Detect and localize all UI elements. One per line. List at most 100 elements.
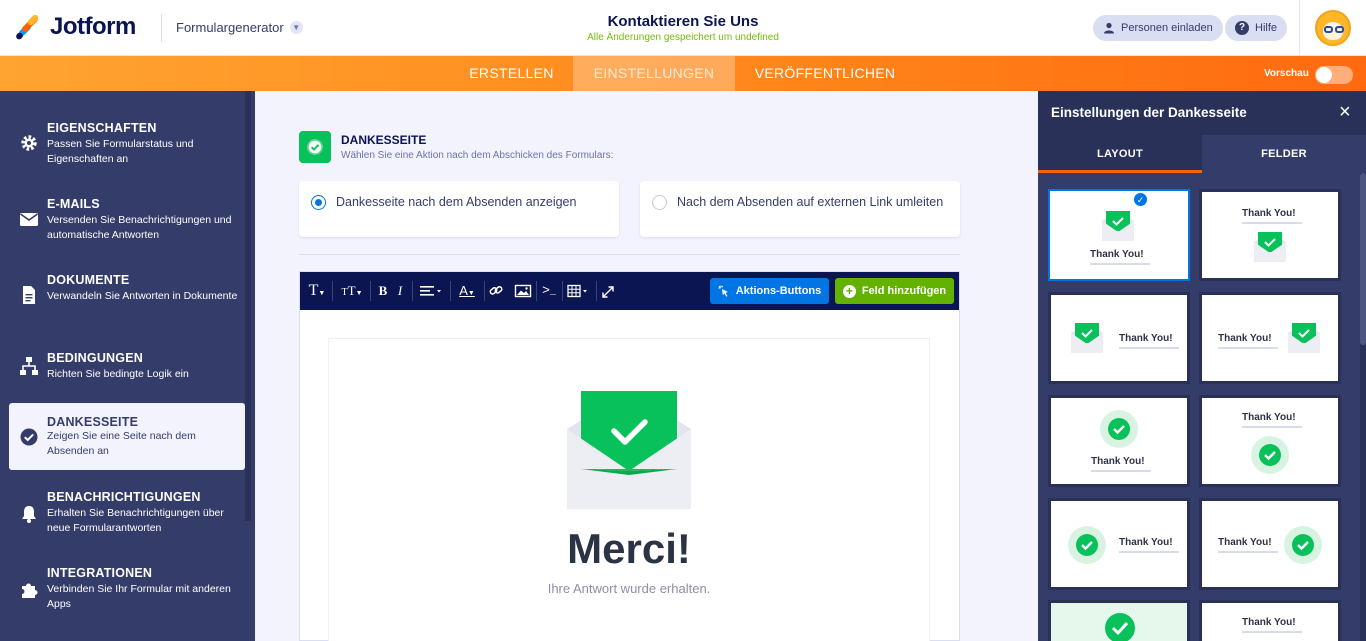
plus-icon: + bbox=[842, 284, 856, 298]
table-icon[interactable] bbox=[566, 282, 592, 300]
sidebar-item-emails[interactable]: E-MAILS Versenden Sie Benachrichtigungen… bbox=[9, 197, 245, 241]
template-thumbnail[interactable]: Thank You! bbox=[1199, 189, 1341, 281]
thankyou-canvas[interactable]: Merci! Ihre Antwort wurde erhalten. bbox=[328, 338, 930, 641]
toolbar-separator bbox=[536, 281, 537, 301]
template-subtext bbox=[1242, 426, 1302, 428]
template-thumbnail[interactable]: Thank You! bbox=[1048, 189, 1190, 281]
jotform-logo[interactable]: Jotform bbox=[14, 13, 136, 41]
sidebar-item-integrations[interactable]: INTEGRATIONEN Verbinden Sie Ihr Formular… bbox=[9, 566, 245, 610]
code-icon[interactable]: >_ bbox=[540, 282, 558, 300]
avatar[interactable] bbox=[1315, 10, 1351, 46]
image-icon[interactable] bbox=[514, 282, 532, 300]
save-status: Alle Änderungen gespeichert um undefined bbox=[587, 32, 779, 43]
template-subtext bbox=[1119, 551, 1179, 553]
template-heading: Thank You! bbox=[1090, 249, 1144, 260]
top-bar: Jotform Formulargenerator ▼ Kontaktieren… bbox=[0, 0, 1366, 56]
check-circle-icon bbox=[1100, 410, 1138, 448]
thankyou-message[interactable]: Ihre Antwort wurde erhalten. bbox=[329, 581, 929, 596]
bell-icon bbox=[22, 506, 36, 523]
sidebar-scrollbar[interactable] bbox=[245, 91, 251, 521]
tab-fields[interactable]: FELDER bbox=[1202, 135, 1366, 173]
gear-icon bbox=[21, 135, 37, 151]
puzzle-icon bbox=[22, 583, 38, 598]
add-field-button[interactable]: + Feld hinzufügen bbox=[835, 278, 954, 304]
option-label: Nach dem Absenden auf externen Link umle… bbox=[677, 195, 944, 209]
tab-publish[interactable]: VERÖFFENTLICHEN bbox=[735, 56, 915, 91]
invite-people-button[interactable]: Personen einladen bbox=[1093, 15, 1223, 41]
toolbar-separator bbox=[596, 281, 597, 301]
section-subtitle: Wählen Sie eine Aktion nach dem Abschick… bbox=[341, 150, 614, 161]
sidebar-item-conditions[interactable]: BEDINGUNGEN Richten Sie bedingte Logik e… bbox=[9, 351, 245, 381]
font-family-icon[interactable]: T▼ bbox=[306, 282, 328, 300]
template-subtext bbox=[1218, 551, 1278, 553]
panel-header: Einstellungen der Dankesseite × bbox=[1038, 91, 1366, 135]
preview-label: Vorschau bbox=[1264, 68, 1309, 79]
envelope-check-icon bbox=[567, 391, 691, 509]
panel-title: Einstellungen der Dankesseite bbox=[1051, 105, 1247, 120]
selected-check-icon: ✓ bbox=[1133, 192, 1148, 207]
template-subtext bbox=[1119, 347, 1179, 349]
cursor-click-icon bbox=[718, 285, 728, 297]
template-thumbnail[interactable]: Thank You! bbox=[1048, 395, 1190, 487]
template-heading: Thank You! bbox=[1218, 537, 1272, 548]
help-button[interactable]: ? Hilfe bbox=[1225, 15, 1288, 41]
close-icon[interactable]: × bbox=[1339, 101, 1351, 124]
template-thumbnail[interactable]: Thank You! bbox=[1199, 292, 1341, 384]
radio-selected[interactable] bbox=[311, 195, 326, 210]
thankyou-section-icon bbox=[299, 131, 331, 163]
invite-label: Personen einladen bbox=[1121, 22, 1213, 34]
sidebar-item-desc: Versenden Sie Benachrichtigungen und aut… bbox=[47, 214, 232, 241]
envelope-icon bbox=[20, 213, 38, 226]
toolbar-separator bbox=[412, 281, 413, 301]
text-color-icon[interactable]: A▼ bbox=[456, 282, 478, 300]
sidebar-item-notifications[interactable]: BENACHRICHTIGUNGEN Erhalten Sie Benachri… bbox=[9, 490, 245, 534]
template-thumbnail[interactable]: Thank You! bbox=[1199, 600, 1341, 641]
sidebar-item-desc: Erhalten Sie Benachrichtigungen über neu… bbox=[47, 507, 224, 534]
tab-build[interactable]: ERSTELLEN bbox=[450, 56, 573, 91]
expand-icon[interactable] bbox=[600, 282, 616, 300]
template-thumbnail[interactable]: Thank You! bbox=[1048, 292, 1190, 384]
link-icon[interactable] bbox=[488, 282, 504, 300]
scrollbar-thumb[interactable] bbox=[1360, 173, 1366, 345]
sitemap-icon bbox=[20, 357, 38, 375]
divider bbox=[299, 254, 960, 255]
avatar-glasses bbox=[1324, 26, 1333, 33]
template-thumbnail[interactable] bbox=[1048, 600, 1190, 641]
avatar-container bbox=[1299, 0, 1366, 56]
jotform-logo-icon bbox=[14, 13, 42, 41]
divider bbox=[161, 14, 162, 42]
bold-icon[interactable]: B bbox=[376, 282, 390, 300]
check-circle-icon bbox=[1284, 526, 1322, 564]
panel-scrollbar[interactable] bbox=[1360, 173, 1366, 641]
section-title: DANKESSEITE bbox=[341, 133, 427, 147]
option-redirect-link[interactable]: Nach dem Absenden auf externen Link umle… bbox=[640, 181, 960, 237]
sidebar-item-properties[interactable]: EIGENSCHAFTEN Passen Sie Formularstatus … bbox=[9, 121, 245, 165]
brand-name: Jotform bbox=[50, 13, 136, 40]
sidebar-item-documents[interactable]: DOKUMENTE Verwandeln Sie Antworten in Do… bbox=[9, 273, 245, 317]
sidebar-item-title: DOKUMENTE bbox=[47, 273, 130, 287]
tab-layout[interactable]: LAYOUT bbox=[1038, 135, 1202, 173]
preview-toggle[interactable] bbox=[1315, 66, 1353, 84]
toolbar-separator bbox=[450, 281, 451, 301]
tab-settings[interactable]: EINSTELLUNGEN bbox=[573, 56, 735, 91]
form-title[interactable]: Kontaktieren Sie Uns bbox=[483, 13, 883, 30]
radio-unselected[interactable] bbox=[652, 195, 667, 210]
sidebar-item-desc: Verbinden Sie Ihr Formular mit anderen A… bbox=[47, 583, 231, 610]
action-buttons-button[interactable]: Aktions-Buttons bbox=[710, 278, 829, 304]
thankyou-heading[interactable]: Merci! bbox=[329, 525, 929, 573]
template-thumbnail[interactable]: Thank You! bbox=[1048, 498, 1190, 590]
sidebar-item-title: E-MAILS bbox=[47, 197, 100, 211]
template-thumbnail[interactable]: Thank You! bbox=[1199, 498, 1341, 590]
sidebar-item-title: BENACHRICHTIGUNGEN bbox=[47, 490, 201, 504]
italic-icon[interactable]: I bbox=[394, 282, 406, 300]
check-circle-icon bbox=[1101, 611, 1139, 641]
envelope-check-icon bbox=[1071, 323, 1103, 353]
toolbar-separator bbox=[484, 281, 485, 301]
sidebar-item-thankyou[interactable]: DANKESSEITE Zeigen Sie eine Seite nach d… bbox=[9, 403, 245, 470]
option-show-thankyou[interactable]: Dankesseite nach dem Absenden anzeigen bbox=[299, 181, 619, 237]
editor-toolbar: T▼ TT▼ B I A▼ >_ Aktions-Buttons + Feld … bbox=[300, 272, 959, 310]
form-generator-dropdown[interactable]: Formulargenerator ▼ bbox=[176, 20, 303, 35]
template-thumbnail[interactable]: Thank You! bbox=[1199, 395, 1341, 487]
font-size-icon[interactable]: TT▼ bbox=[338, 282, 366, 300]
align-icon[interactable] bbox=[418, 282, 444, 300]
